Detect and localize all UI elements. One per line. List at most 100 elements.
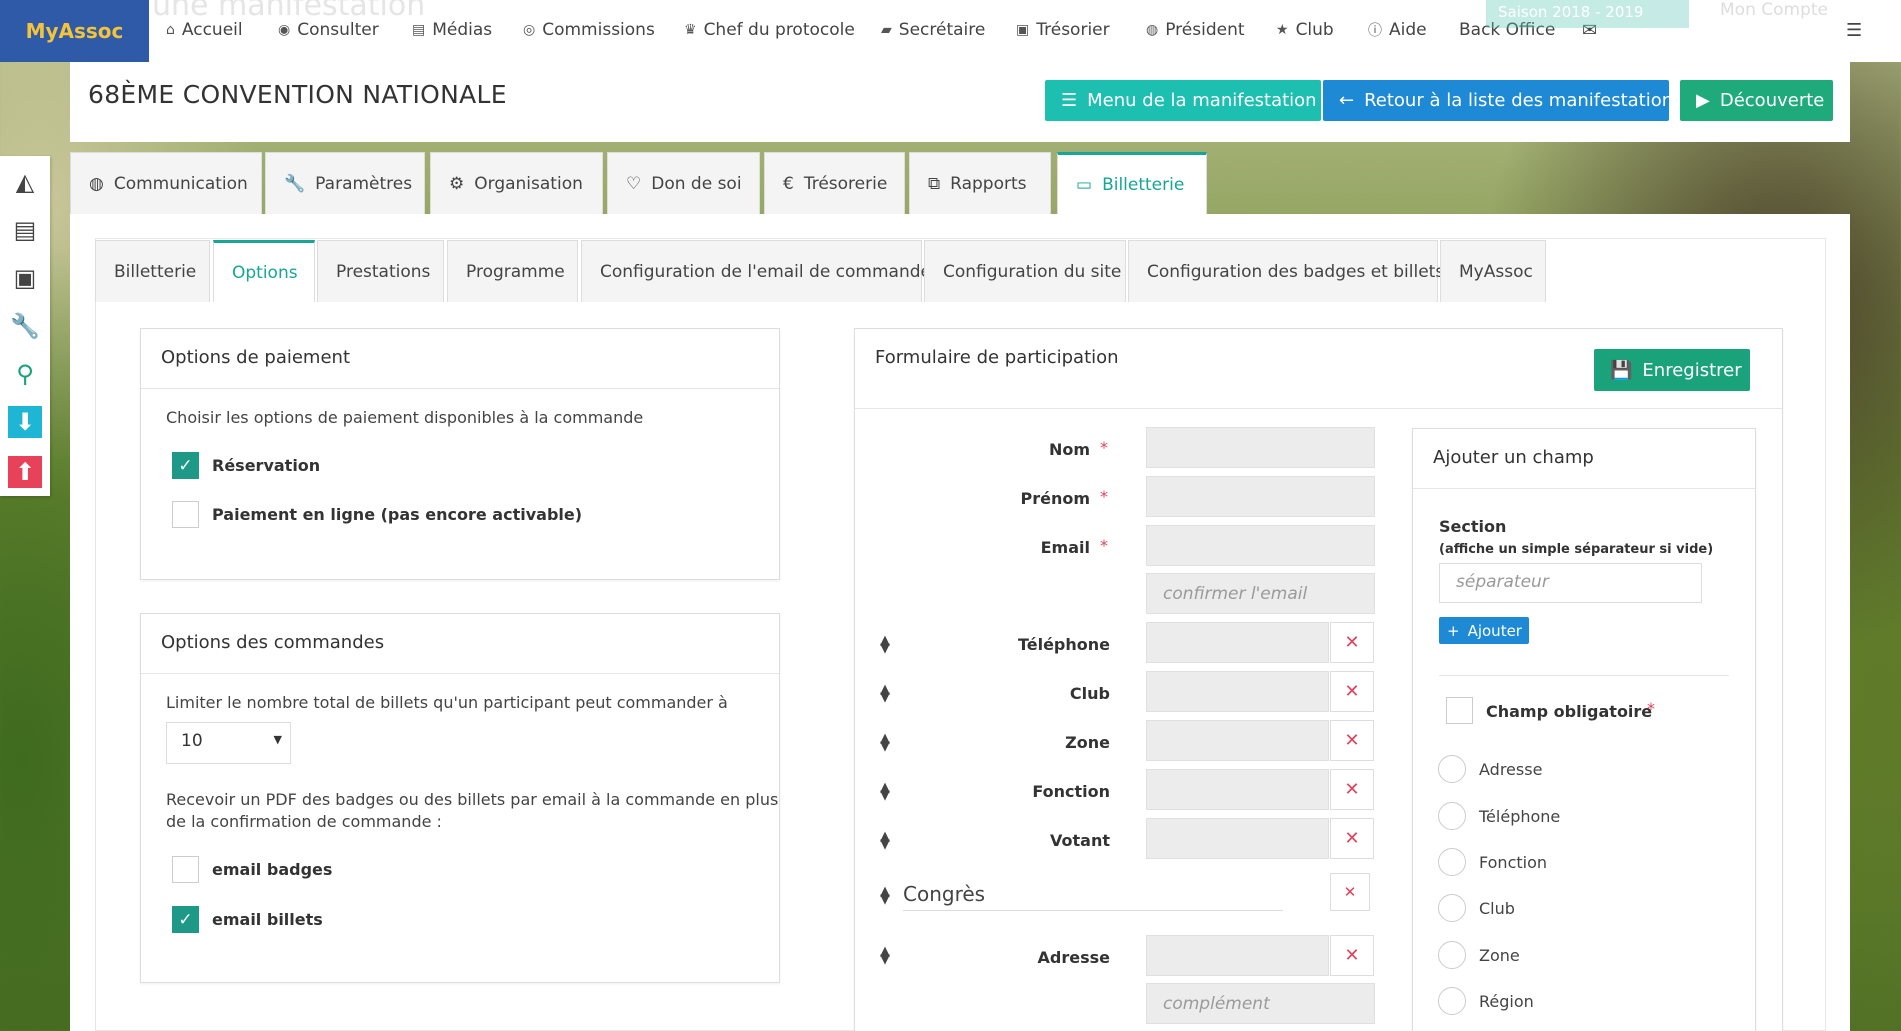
- tab-billetterie[interactable]: ▭ Billetterie: [1057, 152, 1207, 214]
- nav-accueil[interactable]: ⌂ Accueil: [166, 20, 243, 40]
- field-option-label: Téléphone: [1479, 807, 1561, 826]
- sort-handle-icon[interactable]: ▲ ▼: [880, 885, 890, 906]
- field-option-label: Fonction: [1479, 853, 1548, 872]
- zone-input[interactable]: [1146, 720, 1329, 761]
- online-payment-checkbox[interactable]: [172, 501, 199, 528]
- upload-arrow-icon[interactable]: ⬆: [8, 456, 42, 488]
- tab-tresorerie[interactable]: € Trésorerie: [764, 152, 905, 214]
- subtab-prestations[interactable]: Prestations: [317, 240, 444, 302]
- credit-card-icon: ▭: [1076, 174, 1093, 195]
- field-option-radio[interactable]: [1438, 755, 1466, 783]
- logo[interactable]: MyAssoc: [0, 0, 149, 62]
- subtab-config-site[interactable]: Configuration du site: [924, 240, 1126, 302]
- wrench-icon[interactable]: 🔧: [8, 310, 42, 342]
- field-option-radio[interactable]: [1438, 894, 1466, 922]
- field-option-radio[interactable]: [1438, 848, 1466, 876]
- nav-medias[interactable]: ▤ Médias: [412, 20, 492, 40]
- add-section-button[interactable]: + Ajouter: [1439, 617, 1529, 644]
- tab-label: Billetterie: [1102, 174, 1185, 195]
- field-option-radio[interactable]: [1438, 802, 1466, 830]
- delete-field-button[interactable]: ✕: [1330, 935, 1374, 976]
- subtab-config-badges[interactable]: Configuration des badges et billets: [1128, 240, 1444, 302]
- save-button[interactable]: 💾 Enregistrer: [1594, 349, 1750, 391]
- field-option-radio[interactable]: [1438, 941, 1466, 969]
- delete-field-button[interactable]: ✕: [1330, 720, 1374, 761]
- email-billets-checkbox[interactable]: ✓: [172, 906, 199, 933]
- money-icon[interactable]: ▣: [8, 262, 42, 294]
- field-option-radio[interactable]: [1438, 987, 1466, 1015]
- required-field-checkbox[interactable]: [1446, 697, 1473, 724]
- prenom-input[interactable]: [1146, 476, 1375, 517]
- fonction-input[interactable]: [1146, 769, 1329, 810]
- delete-field-button[interactable]: ✕: [1330, 622, 1374, 663]
- reservation-checkbox[interactable]: ✓: [172, 452, 199, 479]
- nav-secretaire[interactable]: ▰ Secrétaire: [881, 20, 985, 40]
- subtab-config-email[interactable]: Configuration de l'email de commande: [581, 240, 931, 302]
- nav-chef-protocole[interactable]: ♛ Chef du protocole: [684, 20, 855, 40]
- sort-handle-icon[interactable]: ▲ ▼: [880, 781, 890, 802]
- delete-field-button[interactable]: ✕: [1330, 818, 1374, 859]
- tab-don-de-soi[interactable]: ♡ Don de soi: [607, 152, 760, 214]
- delete-field-button[interactable]: ✕: [1330, 671, 1374, 712]
- sort-handle-icon[interactable]: ▲ ▼: [880, 830, 890, 851]
- complement-input[interactable]: complément: [1146, 983, 1375, 1024]
- pdf-description-line1: Recevoir un PDF des badges ou des billet…: [166, 790, 779, 809]
- area-chart-icon[interactable]: ◭: [8, 166, 42, 198]
- back-to-list-button[interactable]: ← Retour à la liste des manifestations: [1323, 80, 1683, 121]
- email-billets-label: email billets: [212, 910, 323, 929]
- nav-aide[interactable]: ⓘ Aide: [1368, 20, 1427, 40]
- map-marker-icon[interactable]: ⚲: [8, 358, 42, 390]
- nav-commissions[interactable]: ◎ Commissions: [523, 20, 655, 40]
- section-hint: (affiche un simple séparateur si vide): [1439, 542, 1714, 557]
- play-icon: ▶: [1696, 90, 1710, 111]
- season-select[interactable]: Saison 2018 - 2019: [1486, 0, 1689, 28]
- section-input[interactable]: séparateur: [1439, 563, 1702, 603]
- nav-label: Accueil: [181, 20, 243, 40]
- document-icon[interactable]: ▤: [8, 214, 42, 246]
- sort-handle-icon[interactable]: ▲ ▼: [880, 732, 890, 753]
- confirm-email-input[interactable]: confirmer l'email: [1146, 573, 1375, 614]
- adresse-input[interactable]: [1146, 935, 1329, 976]
- nav-tresorier[interactable]: ▣ Trésorier: [1016, 20, 1110, 40]
- download-arrow-icon[interactable]: ⬇: [8, 406, 42, 438]
- subtab-myassoc[interactable]: MyAssoc: [1440, 240, 1546, 302]
- nav-consulter[interactable]: ◉ Consulter: [278, 20, 379, 40]
- tab-communication[interactable]: ◍ Communication: [70, 152, 262, 214]
- button-label: Enregistrer: [1642, 359, 1742, 381]
- nav-label: Consulter: [297, 20, 379, 40]
- card-title: Options de paiement: [141, 329, 779, 389]
- ticket-limit-select[interactable]: 10 ▼: [166, 722, 291, 764]
- email-badges-checkbox[interactable]: [172, 856, 199, 883]
- sort-handle-icon[interactable]: ▲ ▼: [880, 945, 890, 966]
- nav-president[interactable]: ◍ Président: [1146, 20, 1245, 40]
- info-icon: ⓘ: [1368, 23, 1382, 39]
- event-menu-button[interactable]: ☰ Menu de la manifestation: [1045, 80, 1321, 121]
- delete-field-button[interactable]: ✕: [1330, 769, 1374, 810]
- discover-button[interactable]: ▶ Découverte: [1680, 80, 1833, 121]
- nav-club[interactable]: ★ Club: [1276, 20, 1334, 40]
- nom-input[interactable]: [1146, 427, 1375, 468]
- telephone-input[interactable]: [1146, 622, 1329, 663]
- account-link[interactable]: Mon Compte: [1720, 0, 1828, 20]
- sort-handle-icon[interactable]: ▲ ▼: [880, 634, 890, 655]
- payment-description: Choisir les options de paiement disponib…: [166, 408, 644, 427]
- email-input[interactable]: [1146, 525, 1375, 566]
- subtab-options[interactable]: Options: [213, 240, 315, 302]
- club-input[interactable]: [1146, 671, 1329, 712]
- tab-organisation[interactable]: ⚙ Organisation: [430, 152, 603, 214]
- tab-label: Communication: [113, 173, 248, 194]
- subtab-billetterie[interactable]: Billetterie: [95, 240, 210, 302]
- required-star: *: [1647, 699, 1655, 718]
- menu-icon[interactable]: ☰: [1846, 20, 1862, 41]
- sort-handle-icon[interactable]: ▲ ▼: [880, 683, 890, 704]
- field-label-fonction: Fonction: [1032, 782, 1110, 801]
- tab-label: Organisation: [474, 173, 583, 194]
- votant-input[interactable]: [1146, 818, 1329, 859]
- tab-rapports[interactable]: ⧉ Rapports: [909, 152, 1051, 214]
- trophy-icon: ♛: [684, 22, 697, 38]
- tab-parametres[interactable]: 🔧 Paramètres: [265, 152, 425, 214]
- page-title: 68ÈME CONVENTION NATIONALE: [88, 80, 507, 109]
- subtab-programme[interactable]: Programme: [447, 240, 578, 302]
- field-option-label: Club: [1479, 899, 1515, 918]
- delete-section-button[interactable]: ✕: [1330, 873, 1370, 911]
